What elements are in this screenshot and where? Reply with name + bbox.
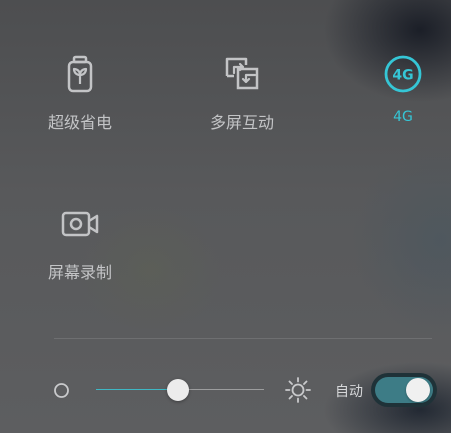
slider-thumb[interactable]: [167, 379, 189, 401]
brightness-low-icon: [54, 383, 69, 398]
quick-settings-panel: 超级省电 多屏互动 4G 4G 屏幕录制 自动: [0, 0, 451, 433]
auto-brightness-label: 自动: [335, 384, 363, 400]
brightness-row: 自动: [0, 366, 451, 414]
screen-mirror-icon: [225, 57, 259, 90]
battery-leaf-icon: [67, 55, 93, 93]
slider-fill: [96, 389, 178, 390]
tile-label: 屏幕录制: [47, 263, 112, 282]
brightness-slider[interactable]: [96, 378, 264, 402]
brightness-high-icon: [285, 377, 311, 403]
4g-network-icon: 4G: [384, 55, 422, 93]
tile-screen-record[interactable]: 屏幕录制: [25, 204, 135, 283]
tile-super-power-saving[interactable]: 超级省电: [25, 54, 135, 133]
auto-brightness-toggle[interactable]: [371, 373, 437, 407]
tile-label: 超级省电: [47, 113, 112, 132]
tile-4g[interactable]: 4G 4G: [348, 54, 451, 125]
screen-record-icon: [61, 211, 99, 237]
tile-label: 多屏互动: [209, 113, 274, 132]
tile-multi-screen[interactable]: 多屏互动: [187, 54, 297, 133]
divider: [54, 338, 432, 339]
toggle-knob: [406, 378, 430, 402]
tile-label: 4G: [393, 109, 413, 125]
svg-text:4G: 4G: [392, 68, 413, 84]
